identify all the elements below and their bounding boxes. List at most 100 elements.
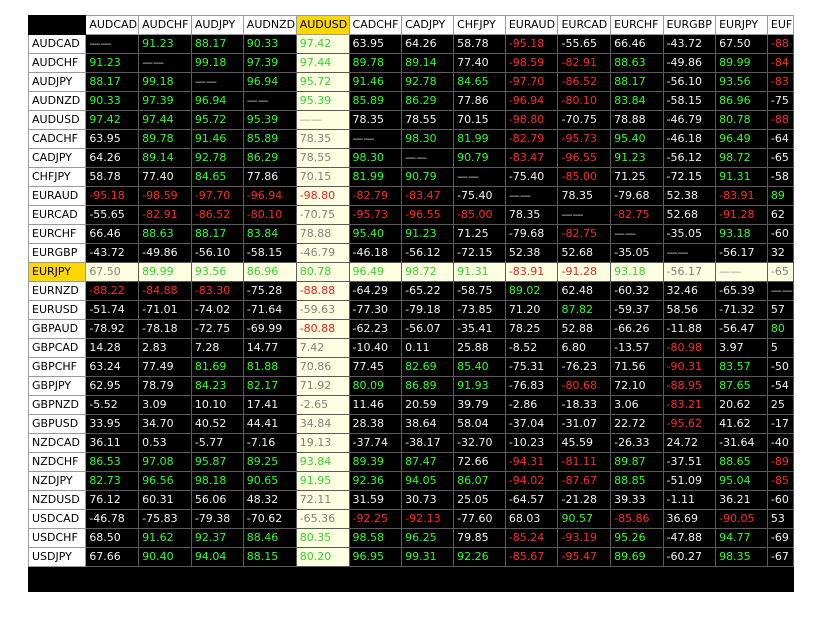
correlation-cell: -98.80 [504,110,559,130]
correlation-cell: -85.86 [610,509,664,529]
column-header-eurchf[interactable]: EURCHF [610,15,664,35]
row-header-eurcad[interactable]: EURCAD [28,205,87,225]
correlation-cell: -60 [766,490,794,510]
correlation-cell: -95.73 [348,205,403,225]
column-header-audjpy[interactable]: AUDJPY [190,15,244,35]
row-header-cadjpy[interactable]: CADJPY [28,148,87,168]
correlation-cell: -65.22 [401,281,455,301]
table-row: EURCAD -55.65 -82.91 -86.52 -80.10 -70.75 -95.… [28,205,794,225]
correlation-cell: 78.35 [348,110,403,130]
correlation-cell: -59.37 [610,300,664,320]
correlation-cell: -98.59 [504,53,559,73]
row-header-eurgbp[interactable]: EURGBP [28,243,87,263]
correlation-cell: 71.25 [610,167,664,187]
column-header-audcad[interactable]: AUDCAD [85,15,140,35]
correlation-cell: —— [348,129,403,149]
correlation-cell: 98.30 [348,148,403,168]
row-header-audjpy[interactable]: AUDJPY [28,72,87,92]
correlation-cell: 90.79 [453,148,506,168]
row-header-nzdchf[interactable]: NZDCHF [28,452,87,472]
correlation-cell: -84.88 [138,281,192,301]
correlation-cell: 25.05 [453,490,506,510]
row-header-gbpaud[interactable]: GBPAUD [28,319,87,339]
row-header-audchf[interactable]: AUDCHF [28,53,87,73]
column-header-cadchf[interactable]: CADCHF [348,15,403,35]
correlation-cell: -84 [766,53,794,73]
row-header-eurnzd[interactable]: EURNZD [28,281,87,301]
correlation-cell: -65 [766,148,794,168]
row-header-gbpchf[interactable]: GBPCHF [28,357,87,377]
correlation-cell: 90.65 [242,471,297,491]
correlation-cell: 24.72 [662,433,717,453]
row-header-audnzd[interactable]: AUDNZD [28,91,87,111]
correlation-cell: -32.70 [453,433,506,453]
correlation-cell: -64.29 [348,281,403,301]
row-header-audcad[interactable]: AUDCAD [28,34,87,54]
correlation-cell: -49.86 [662,53,717,73]
correlation-cell: -65.39 [715,281,768,301]
row-header-euraud[interactable]: EURAUD [28,186,87,206]
row-header-nzdusd[interactable]: NZDUSD [28,490,87,510]
column-header-audusd[interactable]: AUDUSD [295,15,350,35]
row-header-usdjpy[interactable]: USDJPY [28,547,87,567]
row-header-gbpusd[interactable]: GBPUSD [28,414,87,434]
row-header-gbpnzd[interactable]: GBPNZD [28,395,87,415]
row-header-audusd[interactable]: AUDUSD [28,110,87,130]
correlation-cell: -73.85 [453,300,506,320]
row-header-eurchf[interactable]: EURCHF [28,224,87,244]
column-header-eurjpy[interactable]: EURJPY [715,15,768,35]
correlation-cell: 97.44 [295,53,350,73]
correlation-cell: 91.23 [610,148,664,168]
correlation-cell: -71.64 [242,300,297,320]
correlation-cell: 80.78 [715,110,768,130]
correlation-cell: -88.88 [295,281,350,301]
column-header-chfjpy[interactable]: CHFJPY [453,15,506,35]
correlation-cell: 99.18 [190,53,244,73]
row-header-usdchf[interactable]: USDCHF [28,528,87,548]
correlation-cell: 97.39 [138,91,192,111]
correlation-cell: -5.77 [190,433,244,453]
correlation-cell: —— [766,281,794,301]
correlation-cell: 71.56 [610,357,664,377]
correlation-cell: -35.05 [662,224,717,244]
correlation-cell: 58.78 [85,167,140,187]
column-header-cadjpy[interactable]: CADJPY [401,15,455,35]
correlation-cell: 32.46 [662,281,717,301]
correlation-cell: 87.82 [557,300,612,320]
row-header-eurusd[interactable]: EURUSD [28,300,87,320]
column-header-audchf[interactable]: AUDCHF [138,15,192,35]
correlation-cell: 45.59 [557,433,612,453]
row-header-gbpcad[interactable]: GBPCAD [28,338,87,358]
column-header-euraud[interactable]: EURAUD [504,15,559,35]
correlation-cell: -11.88 [662,319,717,339]
correlation-cell: 88.65 [715,452,768,472]
column-header-eurcad[interactable]: EURCAD [557,15,612,35]
row-header-nzdcad[interactable]: NZDCAD [28,433,87,453]
correlation-cell: 63.95 [348,34,403,54]
correlation-cell: -97.70 [190,186,244,206]
correlation-cell: 77.86 [453,91,506,111]
correlation-cell: 40.52 [190,414,244,434]
column-header-euf[interactable]: EUF [766,15,794,35]
row-header-gbpjpy[interactable]: GBPJPY [28,376,87,396]
correlation-cell: 36.69 [662,509,717,529]
row-header-nzdjpy[interactable]: NZDJPY [28,471,87,491]
correlation-cell: 86.89 [401,376,455,396]
correlation-cell: 53 [766,509,794,529]
correlation-cell: 89.78 [348,53,403,73]
correlation-cell: 95.04 [715,471,768,491]
correlation-cell: -69 [766,528,794,548]
column-header-audnzd[interactable]: AUDNZD [242,15,297,35]
row-header-usdcad[interactable]: USDCAD [28,509,87,529]
correlation-cell: 89.02 [504,281,559,301]
row-header-cadchf[interactable]: CADCHF [28,129,87,149]
correlation-cell: 81.88 [242,357,297,377]
row-header-chfjpy[interactable]: CHFJPY [28,167,87,187]
row-header-eurjpy[interactable]: EURJPY [28,262,87,282]
table-row: AUDJPY 88.17 99.18 —— 96.94 95.72 91.46 92.78 84… [28,72,794,92]
correlation-cell: 58.04 [453,414,506,434]
correlation-cell: 58.78 [453,34,506,54]
correlation-cell: -56.47 [715,319,768,339]
column-header-eurgbp[interactable]: EURGBP [662,15,717,35]
correlation-cell: 98.30 [401,129,455,149]
